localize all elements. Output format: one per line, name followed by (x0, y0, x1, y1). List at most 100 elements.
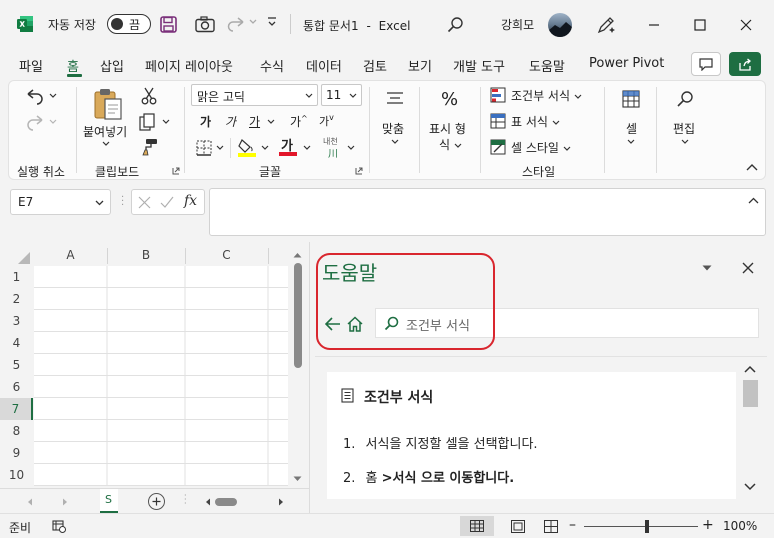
undo-dropdown-icon[interactable] (49, 93, 57, 99)
editing-label[interactable]: 편집 (673, 120, 695, 137)
sheet-scroll-down-icon[interactable] (293, 476, 302, 482)
font-launcher-icon[interactable] (355, 167, 363, 175)
help-scroll-down-icon[interactable] (744, 483, 756, 491)
font-name-select[interactable]: 맑은 고딕 (191, 84, 318, 106)
percent-icon[interactable]: % (441, 89, 458, 110)
camera-icon[interactable] (194, 14, 216, 34)
user-name[interactable]: 강희모 (501, 16, 534, 33)
column-header-a[interactable]: A (34, 245, 107, 265)
tab-data[interactable]: 데이터 (306, 56, 342, 75)
customize-qat-icon[interactable] (267, 16, 277, 28)
normal-view-button[interactable] (460, 516, 494, 536)
font-size-select[interactable]: 11 (321, 84, 362, 106)
paste-label[interactable]: 붙여넣기 (83, 123, 127, 140)
close-icon[interactable] (735, 14, 757, 36)
avatar[interactable] (548, 13, 572, 37)
row-header[interactable]: 9 (0, 442, 33, 464)
copy-icon[interactable] (139, 113, 157, 131)
horizontal-scrollbar-thumb[interactable] (215, 498, 237, 506)
undo-icon[interactable] (25, 87, 45, 105)
paste-dropdown-icon[interactable] (102, 141, 110, 147)
maximize-icon[interactable] (689, 14, 711, 36)
tab-formulas[interactable]: 수식 (260, 56, 284, 75)
minimize-icon[interactable] (643, 14, 665, 36)
tab-review[interactable]: 검토 (363, 56, 387, 75)
align-dropdown-icon[interactable] (391, 139, 399, 145)
redo-ribbon-icon[interactable] (25, 113, 45, 131)
table-format-icon[interactable] (490, 113, 506, 129)
editing-dropdown-icon[interactable] (681, 139, 689, 145)
collapse-ribbon-icon[interactable] (746, 163, 758, 171)
row-header[interactable]: 10 (0, 464, 33, 486)
paste-icon[interactable] (93, 87, 123, 121)
phonetic-button[interactable]: 내천 川 (322, 136, 346, 160)
designer-pen-icon[interactable] (595, 14, 617, 36)
fill-color-dropdown-icon[interactable] (261, 145, 269, 151)
cell-styles-button[interactable]: 셀 스타일 (511, 139, 571, 156)
zoom-slider[interactable] (584, 526, 698, 527)
sheet-scroll-up-icon[interactable] (293, 252, 302, 258)
help-pane-close-icon[interactable] (742, 262, 754, 274)
help-pane-options-icon[interactable] (702, 265, 712, 271)
tab-power-pivot[interactable]: Power Pivot (589, 56, 664, 71)
add-sheet-button[interactable] (148, 493, 165, 510)
underline-button[interactable]: 가 (249, 113, 260, 130)
row-header[interactable]: 1 (0, 266, 33, 288)
row-header[interactable]: 3 (0, 310, 33, 332)
borders-dropdown-icon[interactable] (216, 145, 224, 151)
tab-insert[interactable]: 삽입 (100, 56, 124, 75)
align-label[interactable]: 맞춤 (382, 120, 404, 137)
row-header[interactable]: 2 (0, 288, 33, 310)
name-box[interactable]: E7 (10, 189, 111, 215)
comments-button[interactable] (691, 52, 721, 76)
conditional-format-button[interactable]: 조건부 서식 (511, 87, 582, 104)
grow-font-button[interactable]: 가^ (290, 113, 308, 130)
bold-button[interactable]: 가 (200, 113, 211, 130)
fill-color-icon[interactable] (237, 137, 257, 157)
cell-grid[interactable] (34, 266, 288, 486)
column-header-c[interactable]: C (185, 245, 268, 265)
column-header-b[interactable]: B (107, 245, 185, 265)
cells-dropdown-icon[interactable] (627, 139, 635, 145)
italic-button[interactable]: 가 (225, 113, 236, 130)
save-icon[interactable] (158, 14, 178, 34)
tab-help[interactable]: 도움말 (529, 56, 565, 75)
font-color-dropdown-icon[interactable] (303, 145, 311, 151)
cut-icon[interactable] (141, 87, 157, 105)
cell-styles-icon[interactable] (490, 139, 506, 155)
zoom-in-button[interactable]: + (702, 517, 714, 533)
redo-ribbon-dropdown-icon[interactable] (49, 119, 57, 125)
number-format-label-1[interactable]: 표시 형 (429, 120, 466, 137)
autosave-toggle[interactable]: 끔 (107, 14, 151, 34)
tab-view[interactable]: 보기 (408, 56, 432, 75)
row-header[interactable]: 7 (0, 398, 33, 420)
row-header[interactable]: 8 (0, 420, 33, 442)
align-icon[interactable] (386, 91, 404, 107)
sheet-tab[interactable]: S (100, 489, 118, 513)
borders-icon[interactable] (196, 140, 212, 156)
insert-function-button[interactable]: fx (184, 193, 197, 209)
zoom-out-button[interactable]: – (569, 517, 576, 533)
sheet-vertical-scrollbar[interactable] (294, 263, 302, 368)
phonetic-dropdown-icon[interactable] (347, 145, 355, 151)
row-header[interactable]: 4 (0, 332, 33, 354)
tab-developer[interactable]: 개발 도구 (453, 56, 505, 75)
cells-label[interactable]: 셀 (626, 120, 637, 137)
row-header[interactable]: 5 (0, 354, 33, 376)
formula-input[interactable] (209, 188, 766, 236)
select-all-corner[interactable] (17, 251, 31, 265)
format-painter-icon[interactable] (140, 138, 158, 156)
table-format-button[interactable]: 표 서식 (511, 113, 560, 130)
help-scrollbar-thumb[interactable] (743, 380, 758, 407)
conditional-format-icon[interactable] (490, 87, 506, 103)
cells-icon[interactable] (622, 90, 640, 108)
share-button[interactable] (729, 52, 761, 76)
number-format-label-2[interactable]: 식 (439, 136, 462, 153)
editing-search-icon[interactable] (676, 90, 694, 108)
tab-file[interactable]: 파일 (19, 56, 43, 75)
help-scroll-up-icon[interactable] (744, 365, 756, 373)
tab-page-layout[interactable]: 페이지 레이아웃 (145, 56, 233, 75)
copy-dropdown-icon[interactable] (162, 119, 170, 125)
font-color-button[interactable]: 가 (279, 135, 299, 157)
tab-home[interactable]: 홈 (67, 56, 79, 75)
